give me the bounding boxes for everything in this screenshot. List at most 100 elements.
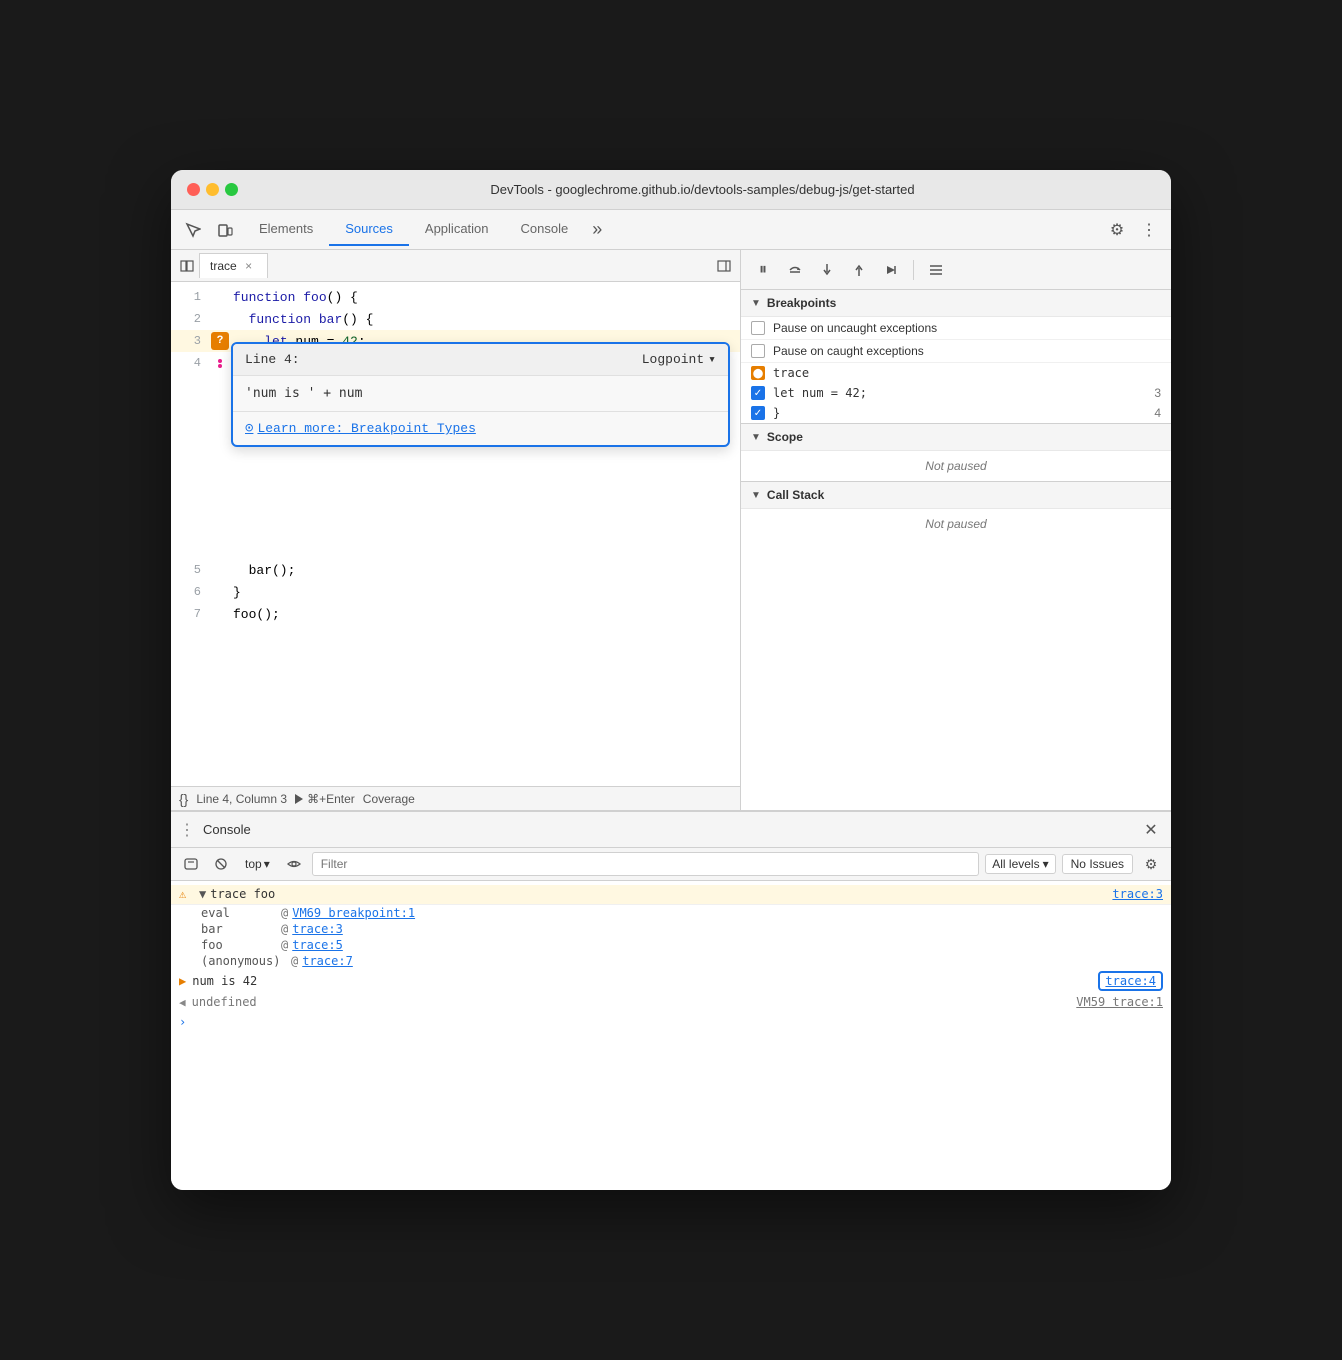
logpoint-header: Line 4: Logpoint ▾ (233, 344, 728, 376)
inspect-icon[interactable] (179, 216, 207, 244)
line-content-6: } (229, 585, 740, 600)
console-area: ⋮ Console ✕ top ▾ All levels ▾ (171, 810, 1171, 1190)
more-tabs-icon[interactable]: » (584, 215, 610, 244)
logpoint-popup[interactable]: Line 4: Logpoint ▾ ⊙ Lea (231, 342, 730, 447)
trace-link-anon[interactable]: trace:7 (302, 954, 353, 968)
tab-sources[interactable]: Sources (329, 213, 409, 246)
tab-elements[interactable]: Elements (243, 213, 329, 246)
trace-row-anon: (anonymous) @ trace:7 (171, 953, 1171, 969)
top-chevron-icon: ▾ (264, 857, 270, 871)
tab-console[interactable]: Console (505, 213, 585, 246)
deactivate-breakpoints-icon[interactable] (922, 256, 950, 284)
console-filter-input[interactable] (312, 852, 980, 876)
learn-more-link[interactable]: ⊙ Learn more: Breakpoint Types (245, 420, 716, 437)
breakpoint-orange-icon: ? (211, 332, 229, 350)
bp-item-close[interactable]: ✓ } 4 (741, 403, 1171, 423)
trace-source-link-3[interactable]: trace:3 (1112, 887, 1163, 901)
title-bar: DevTools - googlechrome.github.io/devtoo… (171, 170, 1171, 210)
toggle-sidebar-icon[interactable] (175, 254, 199, 278)
pause-uncaught-label: Pause on uncaught exceptions (773, 321, 937, 335)
bp-num-checkbox[interactable]: ✓ (751, 386, 765, 400)
minimize-button[interactable] (206, 183, 219, 196)
trace-foo-label: trace foo (210, 887, 275, 901)
line-num-7: 7 (171, 607, 211, 621)
trace-entry-content: ▼ trace foo trace:3 (199, 887, 1163, 901)
callstack-arrow-icon: ▼ (751, 490, 761, 501)
scope-arrow-icon: ▼ (751, 432, 761, 443)
top-selector[interactable]: top ▾ (239, 855, 276, 873)
pause-uncaught-option[interactable]: Pause on uncaught exceptions (741, 317, 1171, 340)
pause-caught-option[interactable]: Pause on caught exceptions (741, 340, 1171, 363)
logpoint-type-selector[interactable]: Logpoint ▾ (642, 352, 716, 367)
run-triangle-icon (295, 794, 303, 804)
device-icon[interactable] (211, 216, 239, 244)
bp-close-checkbox[interactable]: ✓ (751, 406, 765, 420)
trace-toggle-icon[interactable]: ▼ (199, 887, 206, 901)
eye-icon[interactable] (282, 852, 306, 876)
all-levels-button[interactable]: All levels ▾ (985, 854, 1055, 874)
run-button[interactable]: ⌘+Enter (295, 792, 355, 806)
trace-4-boxed-link[interactable]: trace:4 (1098, 971, 1163, 991)
breakpoints-title: Breakpoints (767, 296, 836, 310)
code-area[interactable]: 1 function foo() { 2 function bar() { 3 (171, 282, 740, 786)
trace-link-eval[interactable]: VM69 breakpoint:1 (292, 906, 415, 920)
gutter-4[interactable] (211, 359, 229, 368)
console-close-button[interactable]: ✕ (1139, 818, 1163, 842)
maximize-button[interactable] (225, 183, 238, 196)
scope-header[interactable]: ▼ Scope (741, 424, 1171, 451)
step-icon[interactable] (877, 256, 905, 284)
console-output[interactable]: ⚠ ▼ trace foo trace:3 eval @ VM69 breakp… (171, 881, 1171, 1190)
scope-title: Scope (767, 430, 803, 444)
pause-caught-label: Pause on caught exceptions (773, 344, 924, 358)
source-panel-toggle-icon[interactable] (712, 254, 736, 278)
menu-icon[interactable]: ⋮ (1135, 216, 1163, 244)
step-over-icon[interactable] (781, 256, 809, 284)
pause-icon[interactable]: ⏸ (749, 256, 777, 284)
callstack-not-paused: Not paused (741, 509, 1171, 539)
callstack-title: Call Stack (767, 488, 824, 502)
pause-caught-checkbox[interactable] (751, 344, 765, 358)
console-block-icon[interactable] (209, 852, 233, 876)
line-num-6: 6 (171, 585, 211, 599)
traffic-lights (187, 183, 238, 196)
code-lines: 1 function foo() { 2 function bar() { 3 (171, 282, 740, 629)
bp-item-num[interactable]: ✓ let num = 42; 3 (741, 383, 1171, 403)
tab-application[interactable]: Application (409, 213, 505, 246)
trace-at-foo: @ (281, 938, 288, 952)
num-is-42-value: num is 42 (192, 974, 257, 988)
line-content-2: function bar() { (229, 312, 740, 327)
debug-toolbar: ⏸ (741, 250, 1171, 290)
trace-link-foo[interactable]: trace:5 (292, 938, 343, 952)
console-settings-icon[interactable]: ⚙ (1139, 852, 1163, 876)
console-toolbar: top ▾ All levels ▾ No Issues ⚙ (171, 848, 1171, 881)
sources-panel: trace × 1 function foo() { (171, 250, 741, 810)
line-content-1: function foo() { (229, 290, 740, 305)
no-issues-button[interactable]: No Issues (1062, 854, 1133, 874)
callstack-header[interactable]: ▼ Call Stack (741, 482, 1171, 509)
step-into-icon[interactable] (813, 256, 841, 284)
tab-nav: Elements Sources Application Console » (243, 213, 1099, 246)
step-out-icon[interactable] (845, 256, 873, 284)
status-bar: {} Line 4, Column 3 ⌘+Enter Coverage (171, 786, 740, 810)
console-drag-handle[interactable]: ⋮ (179, 820, 195, 840)
curly-braces-icon[interactable]: {} (179, 791, 188, 807)
logpoint-body (233, 376, 728, 411)
source-tab-close-icon[interactable]: × (241, 258, 257, 274)
trace-link-bar[interactable]: trace:3 (292, 922, 343, 936)
logpoint-input[interactable] (245, 386, 716, 401)
breakpoints-header[interactable]: ▼ Breakpoints (741, 290, 1171, 317)
close-button[interactable] (187, 183, 200, 196)
source-tab-trace[interactable]: trace × (199, 253, 268, 278)
vm59-link[interactable]: VM59 trace:1 (1076, 995, 1163, 1009)
line-num-4: 4 (171, 356, 211, 370)
settings-icon[interactable]: ⚙ (1103, 216, 1131, 244)
console-clear-icon[interactable] (179, 852, 203, 876)
right-panel: ⏸ ▼ (741, 250, 1171, 810)
bp-close-line: 4 (1154, 406, 1161, 420)
bp-item-trace[interactable]: ⬤ trace (741, 363, 1171, 383)
toolbar-right: ⚙ ⋮ (1103, 216, 1163, 244)
gutter-3[interactable]: ? (211, 332, 229, 350)
pause-uncaught-checkbox[interactable] (751, 321, 765, 335)
console-prompt[interactable]: › (171, 1011, 1171, 1033)
undef-arrow-icon: ◀ (179, 996, 186, 1009)
